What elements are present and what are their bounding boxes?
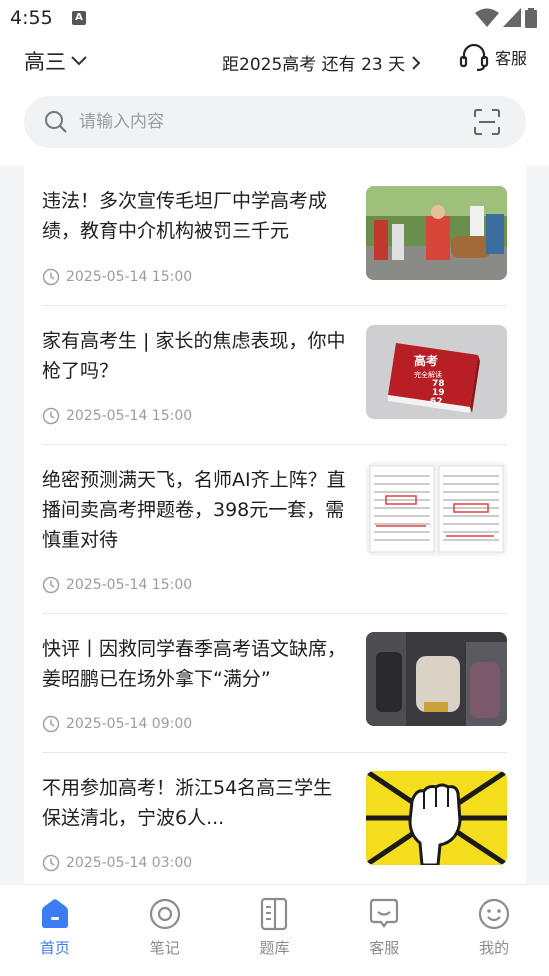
chevron-right-icon	[412, 55, 421, 70]
news-thumbnail: 高考 完全解读 78 19 62	[366, 325, 507, 419]
nav-label: 客服	[369, 939, 400, 957]
news-time-text: 2025-05-14 03:00	[66, 855, 193, 871]
nav-profile[interactable]: 我的	[439, 885, 549, 976]
status-bar: 4:55 A	[0, 0, 549, 38]
exam-countdown[interactable]: 距2025高考 还有 23 天	[222, 50, 421, 75]
customer-service-button[interactable]: 客服	[459, 42, 527, 72]
news-time-text: 2025-05-14 15:00	[66, 269, 193, 285]
car-interior-image	[366, 632, 507, 726]
news-title: 快评丨因救同学春季高考语文缺席，姜昭鹏已在场外拿下“满分”	[42, 638, 347, 690]
nav-home[interactable]: 首页	[0, 885, 110, 976]
news-thumbnail	[366, 186, 507, 280]
book-photo-image: 高考 完全解读 78 19 62	[366, 325, 507, 419]
crowd-photo-image	[366, 186, 507, 280]
question-bank-icon	[261, 897, 288, 931]
news-time-text: 2025-05-14 15:00	[66, 577, 193, 593]
countdown-text: 距2025高考 还有 23 天	[222, 55, 406, 75]
news-item[interactable]: 快评丨因救同学春季高考语文缺席，姜昭鹏已在场外拿下“满分” 2025-05-14…	[42, 614, 507, 753]
grade-selector[interactable]: 高三	[24, 46, 88, 76]
bottom-nav: 首页 笔记 题库 客服 我的	[0, 884, 549, 976]
news-item[interactable]: 不用参加高考！浙江54名高三学生保送清北，宁波6人... 2025-05-14 …	[42, 753, 507, 884]
smile-icon	[478, 898, 510, 930]
news-time: 2025-05-14 15:00	[42, 576, 192, 594]
news-thumbnail	[366, 462, 507, 556]
book-title-text: 高考	[414, 353, 438, 368]
news-title: 不用参加高考！浙江54名高三学生保送清北，宁波6人...	[42, 777, 333, 829]
grade-label: 高三	[24, 50, 66, 74]
clock-icon	[42, 407, 60, 425]
clock-icon	[42, 715, 60, 733]
news-title: 违法！多次宣传毛坦厂中学高考成绩，教育中介机构被罚三千元	[42, 190, 328, 242]
news-title: 绝密预测满天飞，名师AI齐上阵？直播间卖高考押题卷，398元一套，需慎重对待	[42, 469, 346, 551]
service-label: 客服	[494, 49, 527, 68]
notification-badge-icon: A	[72, 11, 86, 25]
signal-icon	[503, 8, 521, 27]
news-time: 2025-05-14 03:00	[42, 854, 192, 872]
nav-label: 我的	[479, 939, 510, 957]
header: 高三 距2025高考 还有 23 天 客服	[0, 38, 549, 166]
news-time-text: 2025-05-14 09:00	[66, 716, 193, 732]
home-icon	[41, 899, 68, 928]
scan-icon[interactable]	[474, 109, 500, 135]
news-time: 2025-05-14 15:00	[42, 268, 192, 286]
notes-icon	[149, 898, 180, 930]
clock-icon	[42, 268, 60, 286]
headset-icon	[459, 43, 489, 72]
news-item[interactable]: 家有高考生 | 家长的焦虑表现，你中枪了吗？ 2025-05-14 15:00 …	[42, 306, 507, 445]
news-time: 2025-05-14 15:00	[42, 407, 192, 425]
news-thumbnail	[366, 632, 507, 726]
wifi-icon	[475, 8, 499, 27]
search-icon	[45, 111, 67, 133]
clock-icon	[42, 576, 60, 594]
search-bar	[24, 96, 526, 148]
book-subtitle-text: 完全解读	[414, 370, 442, 379]
nav-label: 首页	[39, 939, 70, 957]
nav-service[interactable]: 客服	[329, 885, 439, 976]
news-item[interactable]: 违法！多次宣传毛坦厂中学高考成绩，教育中介机构被罚三千元 2025-05-14 …	[42, 166, 507, 306]
book-number: 62	[430, 397, 443, 407]
chevron-down-icon	[71, 56, 87, 66]
news-feed: 违法！多次宣传毛坦厂中学高考成绩，教育中介机构被罚三千元 2025-05-14 …	[24, 166, 526, 884]
status-time: 4:55	[10, 7, 53, 29]
news-time: 2025-05-14 09:00	[42, 715, 192, 733]
news-item[interactable]: 绝密预测满天飞，名师AI齐上阵？直播间卖高考押题卷，398元一套，需慎重对待 2…	[42, 445, 507, 614]
clock-icon	[42, 854, 60, 872]
chat-icon	[370, 898, 399, 928]
news-thumbnail	[366, 771, 507, 865]
news-title: 家有高考生 | 家长的焦虑表现，你中枪了吗？	[42, 330, 346, 382]
search-input[interactable]	[79, 96, 459, 148]
nav-notes[interactable]: 笔记	[110, 885, 220, 976]
status-icons	[475, 8, 537, 28]
raised-fist-image	[366, 771, 507, 865]
news-time-text: 2025-05-14 15:00	[66, 408, 193, 424]
battery-icon	[525, 8, 537, 28]
exam-paper-image	[366, 462, 507, 556]
nav-label: 题库	[259, 939, 290, 957]
nav-question-bank[interactable]: 题库	[220, 885, 330, 976]
nav-label: 笔记	[149, 939, 180, 957]
